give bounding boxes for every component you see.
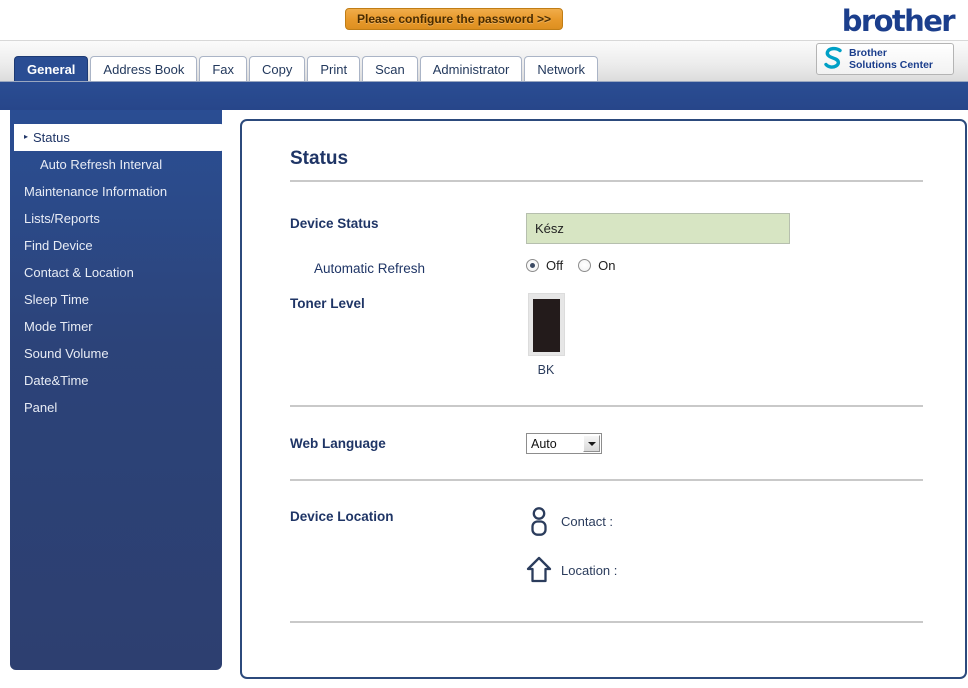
- section-divider-1: [290, 405, 923, 407]
- automatic-refresh-row: Automatic Refresh Off On: [242, 258, 965, 276]
- s-swoosh-icon: [824, 46, 842, 69]
- tab-address-book[interactable]: Address Book: [90, 56, 198, 81]
- tab-network[interactable]: Network: [524, 56, 599, 81]
- browser-page: Please configure the password >> brother…: [0, 0, 968, 688]
- device-status-value-box: Kész: [526, 213, 790, 244]
- sidebar-bullet-icon: ▸: [24, 132, 29, 141]
- device-location-fields: Contact : Location :: [526, 506, 626, 585]
- contact-label: Contact :: [561, 513, 614, 529]
- sidebar-item-label: Lists/Reports: [24, 211, 100, 226]
- web-language-row: Web Language Auto: [242, 433, 965, 454]
- brother-logo: brother: [841, 4, 956, 38]
- solutions-center-line1: Brother: [849, 47, 887, 59]
- toner-cartridge-label: BK: [537, 363, 555, 377]
- tab-print[interactable]: Print: [307, 56, 361, 81]
- sidebar-item-date-time[interactable]: Date&Time: [10, 367, 222, 394]
- radio-label-on[interactable]: On: [598, 258, 615, 273]
- page-title: Status: [290, 148, 349, 169]
- sidebar-item-label: Mode Timer: [24, 319, 93, 334]
- tab-administrator[interactable]: Administrator: [419, 56, 523, 81]
- radio-label-off[interactable]: Off: [546, 258, 563, 273]
- web-language-label: Web Language: [290, 436, 386, 451]
- device-location-label: Device Location: [290, 509, 394, 524]
- tab-copy[interactable]: Copy: [249, 56, 306, 81]
- tab-fax[interactable]: Fax: [199, 56, 248, 81]
- main-tabs: General Address Book Fax Copy Print Scan Admin…: [14, 56, 599, 81]
- sidebar-item-sleep-time[interactable]: Sleep Time: [10, 286, 222, 313]
- toner-gauge: BK: [526, 293, 566, 377]
- title-divider: [290, 180, 923, 182]
- web-language-select[interactable]: Auto: [526, 433, 602, 454]
- house-icon: [526, 556, 552, 583]
- sidebar-item-label: Find Device: [24, 238, 93, 253]
- sidebar-item-mode-timer[interactable]: Mode Timer: [10, 313, 222, 340]
- tab-general[interactable]: General: [14, 56, 89, 81]
- sidebar-item-label: Maintenance Information: [24, 184, 168, 199]
- sidebar-item-sound-volume[interactable]: Sound Volume: [10, 340, 222, 367]
- automatic-refresh-label: Automatic Refresh: [314, 261, 426, 276]
- toner-level-row: Toner Level BK: [242, 293, 965, 377]
- device-location-row: Device Location Contact : Location:: [242, 506, 965, 585]
- solutions-center-text: Brother Solutions Center: [849, 47, 933, 71]
- section-divider-2: [290, 479, 923, 481]
- sidebar-item-label: Sound Volume: [24, 346, 109, 361]
- toner-bar-container: [527, 293, 565, 356]
- device-status-row: Device Status Kész: [242, 213, 965, 244]
- device-status-label: Device Status: [290, 216, 379, 231]
- navigation-blue-bar: [0, 82, 968, 110]
- sidebar-item-label: Sleep Time: [24, 292, 90, 307]
- tab-scan[interactable]: Scan: [362, 56, 418, 81]
- section-divider-3: [290, 621, 923, 623]
- tab-strip: General Address Book Fax Copy Print Scan Admin…: [0, 41, 968, 82]
- sidebar-item-status[interactable]: ▸ Status: [14, 124, 226, 151]
- person-icon: [531, 507, 547, 536]
- configure-password-label: Please configure the password >>: [357, 12, 552, 26]
- body-area: ▸ Status Auto Refresh Interval Maintenance …: [0, 110, 968, 688]
- chevron-down-icon[interactable]: [583, 435, 600, 452]
- device-status-value: Kész: [535, 221, 564, 236]
- web-language-value: Auto: [531, 436, 557, 451]
- sidebar-item-label: Date&Time: [24, 373, 89, 388]
- radio-on[interactable]: [578, 259, 592, 272]
- radio-off[interactable]: [526, 259, 539, 272]
- sidebar-item-label: Contact & Location: [24, 265, 134, 280]
- sidebar-item-find-device[interactable]: Find Device: [10, 232, 222, 259]
- location-label: Location :: [561, 562, 618, 578]
- sidebar-item-label: Panel: [24, 400, 58, 415]
- toner-bar-fill: [532, 299, 560, 352]
- top-header-bar: Please configure the password >> brother: [0, 0, 968, 41]
- sidebar-item-lists-reports[interactable]: Lists/Reports: [10, 205, 222, 232]
- location-line: Location :: [526, 555, 626, 585]
- automatic-refresh-radio-group: Off On: [526, 258, 623, 273]
- sidebar-item-label: Status: [33, 130, 70, 145]
- sidebar-item-maintenance-information[interactable]: Maintenance Information: [10, 178, 222, 205]
- configure-password-banner[interactable]: Please configure the password >>: [345, 8, 564, 30]
- sidebar-nav: ▸ Status Auto Refresh Interval Maintenance …: [10, 110, 226, 670]
- sidebar-item-contact-location[interactable]: Contact & Location: [10, 259, 222, 286]
- brother-solutions-center-button[interactable]: Brother Solutions Center: [816, 43, 954, 75]
- solutions-center-line2: Solutions Center: [849, 59, 934, 71]
- content-panel: Status Device Status Kész Automatic Refr…: [240, 119, 967, 679]
- sidebar-item-label: Auto Refresh Interval: [40, 157, 163, 172]
- toner-level-label: Toner Level: [290, 296, 365, 311]
- sidebar-item-auto-refresh-interval[interactable]: Auto Refresh Interval: [10, 151, 222, 178]
- sidebar-item-panel[interactable]: Panel: [10, 394, 222, 421]
- contact-line: Contact :: [526, 506, 626, 536]
